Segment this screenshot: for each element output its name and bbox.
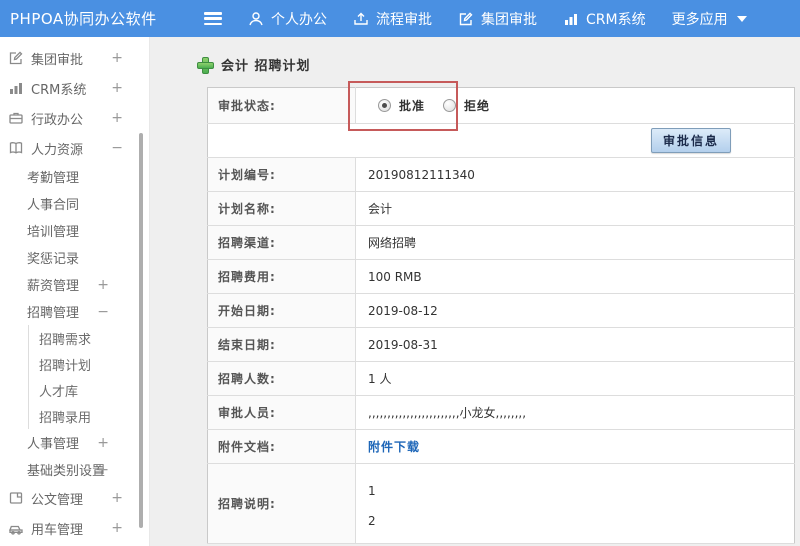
sidebar-item-vehicle-mgmt[interactable]: 用车管理 + [0, 513, 149, 543]
field-value: 2019-08-31 [355, 327, 795, 362]
row-description: 招聘说明: 1 2 [207, 463, 795, 544]
sidebar-item-recruit-plan[interactable]: 招聘计划 [28, 351, 149, 377]
field-value: 会计 [355, 191, 795, 226]
field-label: 计划名称: [207, 191, 356, 226]
sidebar-item-salary[interactable]: 薪资管理 + [0, 271, 149, 298]
nav-item-more-apps[interactable]: 更多应用 [672, 9, 747, 29]
sidebar-item-personnel-mgmt[interactable]: 人事管理 + [0, 429, 149, 456]
row-start-date: 开始日期: 2019-08-12 [207, 293, 795, 328]
field-value: 1 人 [355, 361, 795, 396]
approval-radio-group: 批准 拒绝 [368, 97, 794, 114]
bar-chart-icon [8, 80, 24, 96]
edit-icon [8, 50, 24, 66]
briefcase-icon [8, 110, 24, 126]
field-label: 招聘人数: [207, 361, 356, 396]
row-plan-name: 计划名称: 会计 [207, 191, 795, 226]
hamburger-icon[interactable] [204, 12, 222, 25]
flow-approval-icon [353, 11, 369, 27]
sidebar-item-base-category[interactable]: 基础类别设置 + [0, 456, 149, 483]
main-content: 会计 招聘计划 审批状态: 批准 拒绝 审批信息 计划编号: 201908121… [150, 37, 800, 546]
row-end-date: 结束日期: 2019-08-31 [207, 327, 795, 362]
nav-item-workflow-approval[interactable]: 流程审批 [353, 9, 432, 29]
nav-item-personal-office[interactable]: 个人办公 [248, 9, 327, 29]
book-icon [8, 140, 24, 156]
field-label: 开始日期: [207, 293, 356, 328]
field-value: 100 RMB [355, 259, 795, 294]
field-label: 招聘渠道: [207, 225, 356, 260]
app-brand: PHPOA协同办公软件 [10, 10, 157, 28]
sidebar-item-document-mgmt[interactable]: 公文管理 + [0, 483, 149, 513]
nav-item-crm[interactable]: CRM系统 [563, 9, 646, 29]
sidebar-item-rewards[interactable]: 奖惩记录 [0, 244, 149, 271]
minus-icon[interactable]: − [111, 141, 123, 155]
person-icon [248, 11, 264, 27]
minus-icon[interactable]: − [97, 305, 109, 319]
add-icon [197, 57, 214, 74]
description-line: 1 [368, 484, 376, 498]
sidebar-item-training[interactable]: 培训管理 [0, 217, 149, 244]
app-topbar: PHPOA协同办公软件 个人办公 流程审批 集团审批 CRM系统 更多应用 [0, 0, 800, 37]
sidebar-item-recruit-hire[interactable]: 招聘录用 [28, 403, 149, 429]
sidebar-item-recruit-mgmt[interactable]: 招聘管理 − [0, 298, 149, 325]
radio-reject[interactable] [443, 99, 457, 112]
nav-item-group-approval[interactable]: 集团审批 [458, 9, 537, 29]
car-icon [8, 520, 24, 536]
sidebar-item-talent-pool[interactable]: 人才库 [28, 377, 149, 403]
sidebar-item-crm[interactable]: CRM系统 + [0, 73, 149, 103]
plus-icon[interactable]: + [111, 491, 123, 505]
radio-approve[interactable] [378, 99, 391, 112]
sidebar-item-hr-contract[interactable]: 人事合同 [0, 190, 149, 217]
detail-form-table: 审批状态: 批准 拒绝 审批信息 计划编号: 20190812111340 计划… [207, 87, 795, 544]
field-label: 计划编号: [207, 157, 356, 192]
page-title: 会计 招聘计划 [197, 55, 800, 74]
field-value: ,,,,,,,,,,,,,,,,,,,,,,,,小龙女,,,,,,,, [355, 395, 795, 430]
plus-icon[interactable]: + [111, 81, 123, 95]
row-approvers: 审批人员: ,,,,,,,,,,,,,,,,,,,,,,,,小龙女,,,,,,,… [207, 395, 795, 430]
bar-chart-icon [563, 11, 579, 27]
radio-reject-label[interactable]: 拒绝 [464, 97, 490, 114]
field-value: 2019-08-12 [355, 293, 795, 328]
field-label: 结束日期: [207, 327, 356, 362]
field-value: 网络招聘 [355, 225, 795, 260]
row-approval-status: 审批状态: 批准 拒绝 [207, 87, 795, 124]
field-value: 20190812111340 [355, 157, 795, 192]
sidebar-item-recruit-demand[interactable]: 招聘需求 [28, 325, 149, 351]
plus-icon[interactable]: + [111, 111, 123, 125]
row-recruit-cost: 招聘费用: 100 RMB [207, 259, 795, 294]
row-attachment: 附件文档: 附件下载 [207, 429, 795, 464]
sidebar-item-admin-office[interactable]: 行政办公 + [0, 103, 149, 133]
row-approve-button: 审批信息 [207, 123, 795, 158]
row-recruit-channel: 招聘渠道: 网络招聘 [207, 225, 795, 260]
document-icon [8, 490, 24, 506]
plus-icon[interactable]: + [111, 51, 123, 65]
field-label: 招聘说明: [207, 463, 356, 544]
row-plan-number: 计划编号: 20190812111340 [207, 157, 795, 192]
approve-info-button[interactable]: 审批信息 [650, 128, 731, 153]
radio-approve-label[interactable]: 批准 [399, 97, 425, 114]
field-label: 审批人员: [207, 395, 356, 430]
sidebar-scrollbar[interactable] [139, 133, 143, 528]
sidebar: 集团审批 + CRM系统 + 行政办公 + 人力资源 − 考勤管理 人事合同 培… [0, 37, 150, 546]
top-navigation: 个人办公 流程审批 集团审批 CRM系统 更多应用 [248, 9, 773, 29]
field-label: 审批状态: [207, 87, 356, 124]
field-label: 招聘费用: [207, 259, 356, 294]
detail-panel: 审批状态: 批准 拒绝 审批信息 计划编号: 20190812111340 计划… [207, 81, 795, 544]
caret-down-icon [736, 15, 747, 22]
row-headcount: 招聘人数: 1 人 [207, 361, 795, 396]
sidebar-item-group-approval[interactable]: 集团审批 + [0, 43, 149, 73]
attachment-download-link[interactable]: 附件下载 [368, 440, 420, 454]
field-label: 附件文档: [207, 429, 356, 464]
sidebar-item-attendance[interactable]: 考勤管理 [0, 163, 149, 190]
plus-icon[interactable]: + [97, 436, 109, 450]
description-line: 2 [368, 514, 376, 528]
plus-icon[interactable]: + [111, 521, 123, 535]
edit-icon [458, 11, 474, 27]
plus-icon[interactable]: + [97, 463, 109, 477]
sidebar-item-hr[interactable]: 人力资源 − [0, 133, 149, 163]
plus-icon[interactable]: + [97, 278, 109, 292]
